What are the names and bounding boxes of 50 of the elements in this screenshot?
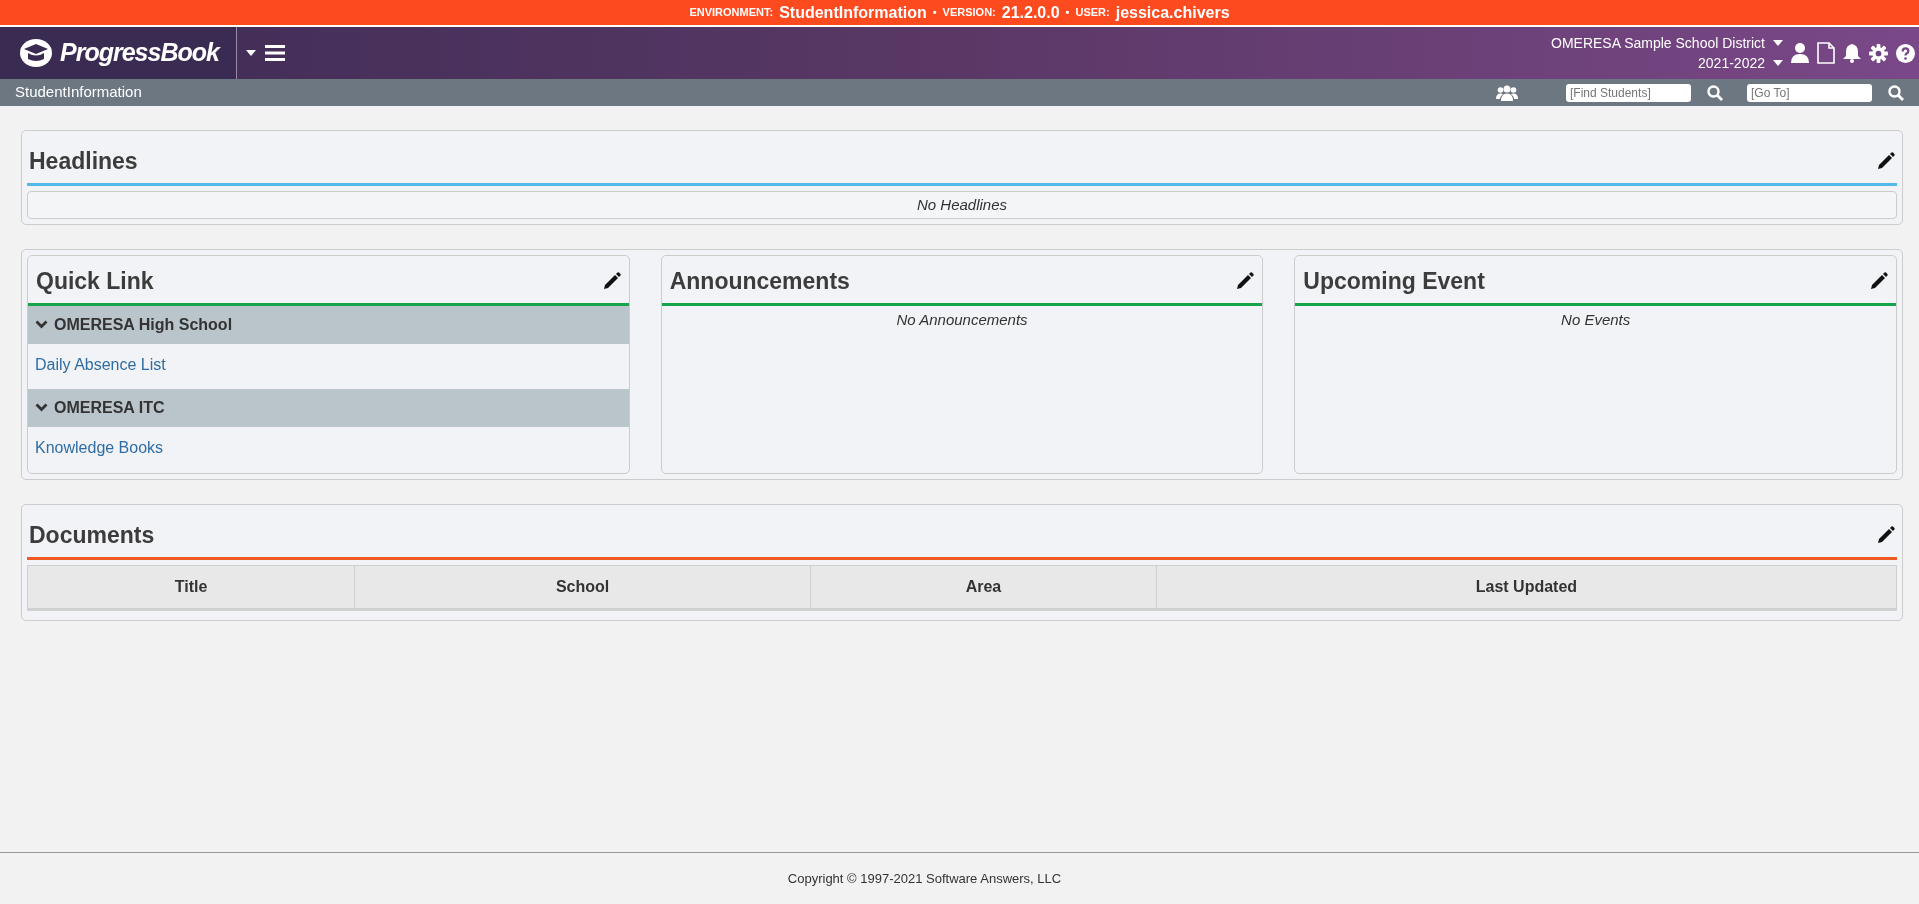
quick-link[interactable]: Knowledge Books <box>28 426 171 472</box>
user-icon[interactable] <box>1791 43 1809 63</box>
pencil-icon[interactable] <box>602 272 621 291</box>
caret-icon[interactable] <box>1773 60 1783 66</box>
environment-value: jessica.chivers <box>1115 2 1230 23</box>
search-icon[interactable] <box>1888 84 1904 101</box>
pencil-icon[interactable] <box>1870 272 1888 291</box>
panel-title: Quick Link <box>36 267 154 296</box>
help-icon[interactable] <box>1896 43 1915 63</box>
column-header[interactable]: School <box>354 565 811 609</box>
go-to-field[interactable]: [Go To] <box>1747 83 1872 102</box>
chevron-icon <box>35 320 48 329</box>
column-header[interactable]: Title <box>27 565 355 609</box>
chevron-icon <box>35 403 48 412</box>
people-icon[interactable] <box>1496 84 1518 101</box>
group-header[interactable]: OMERESA High School <box>28 305 629 344</box>
menu-icon[interactable] <box>265 45 285 61</box>
environment-label: ENVIRONMENT: <box>689 5 774 21</box>
environment-label: USER: <box>1075 5 1110 21</box>
district-selector[interactable]: OMERESA Sample School District <box>1551 33 1765 53</box>
panel-title: Documents <box>29 521 155 550</box>
school-year-selector[interactable]: 2021-2022 <box>1698 53 1765 73</box>
copyright-text: Copyright © 1997-2021 Software Answers, LLC <box>787 869 1062 888</box>
pencil-icon[interactable] <box>1236 272 1255 291</box>
empty-message: No Announcements <box>895 309 1029 330</box>
separator-dot: • <box>932 5 937 21</box>
environment-value: 21.2.0.0 <box>1001 2 1060 23</box>
quick-link[interactable]: Daily Absence List <box>28 343 173 389</box>
caret-icon[interactable] <box>1773 40 1783 46</box>
caret-icon[interactable] <box>245 49 257 57</box>
settings-icon[interactable] <box>1869 43 1888 63</box>
find-students-field[interactable]: [Find Students] <box>1566 83 1691 102</box>
panel-title: Upcoming Event <box>1303 267 1485 296</box>
document-icon[interactable] <box>1817 42 1835 64</box>
environment-label: VERSION: <box>942 5 996 21</box>
panel-title: Announcements <box>669 267 850 296</box>
panel-title: Headlines <box>29 147 138 176</box>
environment-value: StudentInformation <box>779 2 927 23</box>
logo-mark-icon <box>18 38 54 68</box>
empty-message: No Events <box>1560 309 1632 330</box>
module-title: StudentInformation <box>15 82 142 103</box>
pencil-icon[interactable] <box>1877 526 1895 545</box>
group-header[interactable]: OMERESA ITC <box>28 388 629 427</box>
separator-dot: • <box>1065 5 1070 21</box>
empty-message: No Headlines <box>27 190 1897 219</box>
search-icon[interactable] <box>1707 84 1723 101</box>
pencil-icon[interactable] <box>1877 152 1895 171</box>
column-header[interactable]: Last Updated <box>1156 565 1897 609</box>
column-header[interactable]: Area <box>810 565 1157 609</box>
bell-icon[interactable] <box>1843 43 1861 63</box>
